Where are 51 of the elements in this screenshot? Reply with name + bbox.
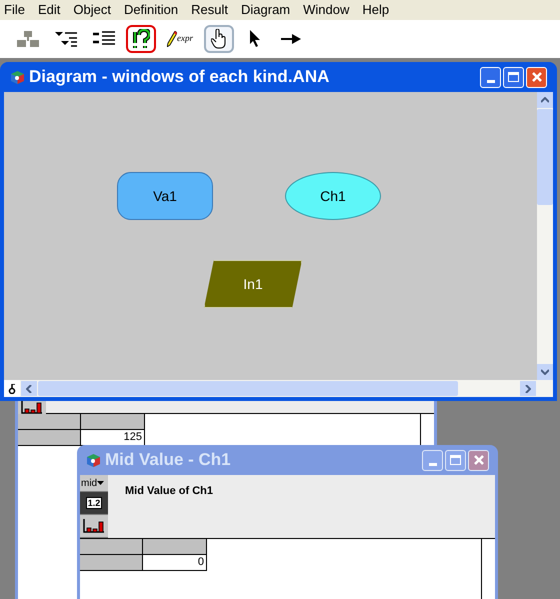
list-icon	[93, 31, 115, 47]
menu-item[interactable]: Diagram	[240, 0, 292, 20]
scroll-right-icon	[525, 384, 531, 392]
menu-item[interactable]: Object	[72, 0, 112, 20]
scroll-left-icon	[26, 384, 32, 392]
window-title: Mid Value - Ch1	[105, 449, 232, 472]
pencil-icon	[167, 31, 177, 47]
scroll-up-icon	[541, 97, 549, 103]
cube-icon	[10, 70, 25, 84]
key-glyph-icon	[8, 384, 16, 394]
value-cell: 0	[143, 555, 207, 571]
menu-item[interactable]: Definition	[122, 0, 180, 20]
window-title: Diagram - windows of each kind.ANA	[29, 66, 330, 88]
minimize-button[interactable]	[422, 450, 443, 470]
vertical-scrollbar[interactable]	[537, 92, 553, 380]
hand-icon	[211, 29, 227, 49]
row-header-cell	[18, 430, 81, 446]
table-view-button[interactable]: 1.2	[80, 492, 108, 514]
index-node[interactable]: In1	[204, 260, 302, 308]
close-icon	[472, 454, 484, 466]
menu-item[interactable]: Edit	[36, 0, 62, 20]
menu-item[interactable]: Help	[361, 0, 390, 20]
menu-item[interactable]: File	[3, 0, 26, 20]
graph-view-button[interactable]	[18, 400, 46, 414]
arrow-icon	[281, 34, 301, 44]
result-heading: Mid Value of Ch1	[125, 484, 214, 499]
scroll-down-icon	[541, 369, 549, 375]
pointer-icon	[249, 30, 261, 48]
close-button[interactable]	[468, 450, 489, 470]
outline-list-icon	[55, 30, 77, 48]
close-icon	[530, 71, 542, 83]
horizontal-scrollbar[interactable]	[21, 381, 536, 396]
help-icon	[132, 29, 150, 49]
graph-view-button[interactable]	[80, 515, 108, 537]
expr-label: expr	[177, 32, 193, 46]
cube-icon	[86, 452, 101, 468]
hierarchy-icon	[17, 31, 39, 47]
caret-icon	[97, 481, 104, 485]
variable-node[interactable]: Va1	[117, 172, 213, 220]
key-icon[interactable]	[4, 380, 20, 397]
menu-item[interactable]: Result	[190, 0, 229, 20]
maximize-button[interactable]	[445, 450, 466, 470]
value-cell: 125	[81, 430, 145, 446]
menu-item[interactable]: Window	[302, 0, 350, 20]
chance-node[interactable]: Ch1	[285, 172, 381, 220]
bar-chart-icon	[21, 400, 43, 414]
toolbar-button[interactable]	[204, 25, 234, 53]
index-dropdown[interactable]: mid	[80, 475, 108, 491]
toolbar-button[interactable]	[126, 25, 156, 53]
row-header-cell	[80, 555, 143, 571]
bar-chart-icon	[83, 519, 105, 533]
